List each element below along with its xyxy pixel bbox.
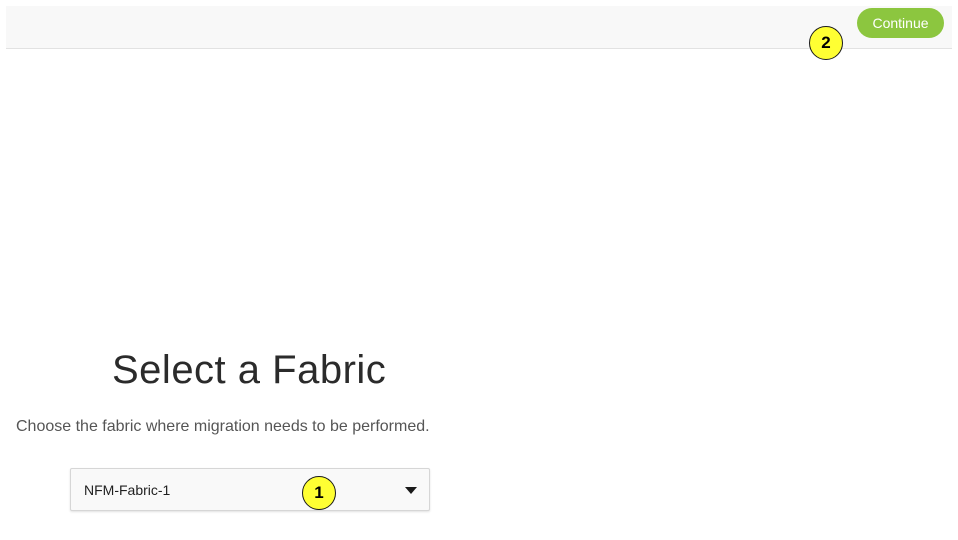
chevron-down-icon (405, 487, 417, 494)
fabric-select-value: NFM-Fabric-1 (84, 482, 171, 498)
callout-marker-1: 1 (302, 476, 336, 510)
fabric-select-dropdown[interactable]: NFM-Fabric-1 (70, 468, 430, 511)
page-title: Select a Fabric (112, 348, 387, 392)
page: Continue 2 Select a Fabric Choose the fa… (0, 0, 958, 540)
page-subtitle: Choose the fabric where migration needs … (16, 418, 430, 435)
callout-marker-2: 2 (809, 26, 843, 60)
continue-button[interactable]: Continue (857, 8, 944, 38)
